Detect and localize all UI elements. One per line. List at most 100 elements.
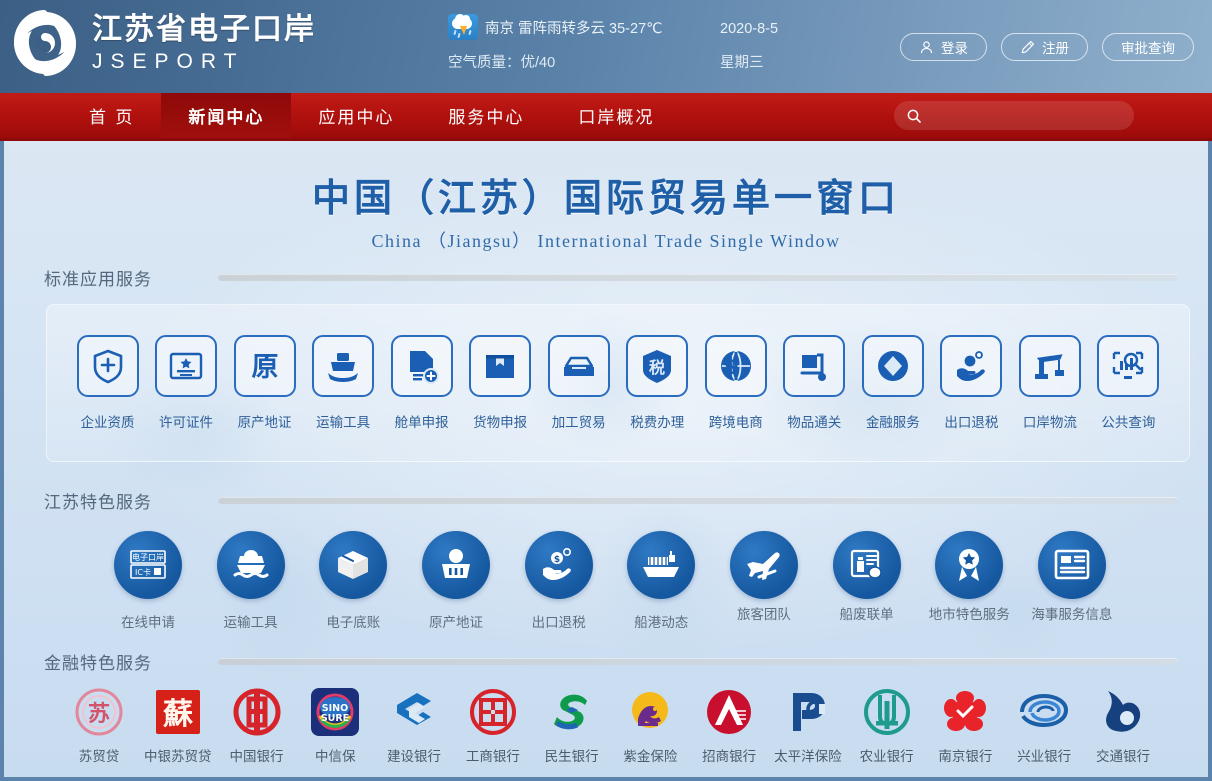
bank-item-minshengyinhang[interactable]: 民生银行 bbox=[533, 686, 611, 765]
svg-text:$: $ bbox=[723, 355, 738, 380]
bank-label: 兴业银行 bbox=[1017, 749, 1072, 765]
search-input[interactable] bbox=[929, 108, 1122, 123]
bank-item-xingyeyinhang[interactable]: 兴业银行 bbox=[1005, 686, 1083, 765]
jiangsu-services-row: 电子口岸 IC卡 在线申请 运输工具 电子底账 原产地证 $ 出口退税 船港动态… bbox=[100, 531, 1120, 631]
page-root: 江苏省电子口岸 JSEPORT 南京 雷阵雨转多云 35-27℃ 空气质量：优/… bbox=[0, 0, 1212, 781]
app-item-jiagongmaoyi[interactable]: 加工贸易 bbox=[540, 335, 617, 431]
site-logo[interactable]: 江苏省电子口岸 JSEPORT bbox=[0, 0, 316, 80]
section-rule bbox=[218, 658, 1178, 665]
weather-summary: 南京 雷阵雨转多云 35-27℃ bbox=[485, 20, 663, 37]
bank-label: 中信保 bbox=[315, 749, 356, 765]
app-label: 跨境电商 bbox=[708, 415, 763, 431]
approval-query-button-label: 审批查询 bbox=[1121, 41, 1175, 56]
search-box[interactable] bbox=[894, 101, 1134, 130]
login-button[interactable]: 登录 bbox=[900, 33, 987, 61]
app-item-jinrongfuwu[interactable]: 金融服务 bbox=[854, 335, 931, 431]
app-label: 许可证件 bbox=[159, 415, 214, 431]
main-content: 中国（江苏）国际贸易单一窗口 China （Jiangsu） Internati… bbox=[0, 141, 1212, 781]
bank-item-zijinbaoxian[interactable]: 紫金保险 bbox=[611, 686, 689, 765]
nav-item-port-overview[interactable]: 口岸概况 bbox=[551, 93, 681, 138]
bank-item-nongyeyinhang[interactable]: 农业银行 bbox=[848, 686, 926, 765]
thunderstorm-icon bbox=[448, 14, 478, 40]
app-item-candanshenbao[interactable]: 舱单申报 bbox=[383, 335, 460, 431]
app-item-huowushenbao[interactable]: 货物申报 bbox=[462, 335, 539, 431]
logo-title-en: JSEPORT bbox=[92, 49, 245, 73]
jiangsu-item-label: 运输工具 bbox=[223, 615, 278, 631]
section-label-standard: 标准应用服务 bbox=[44, 270, 152, 290]
bank-item-zhongxinbao[interactable]: SINO SURE 中信保 bbox=[296, 686, 374, 765]
zijin-logo bbox=[624, 686, 676, 738]
jiangsu-item-haishifuwuxinxi[interactable]: 海事服务信息 bbox=[1024, 531, 1120, 623]
app-item-shuifeibanli[interactable]: 税 税费办理 bbox=[619, 335, 696, 431]
svg-text:苏: 苏 bbox=[88, 701, 110, 727]
nav-item-apps[interactable]: 应用中心 bbox=[291, 93, 421, 138]
coin-diamond-icon bbox=[861, 335, 924, 397]
shield-plus-icon bbox=[76, 335, 139, 397]
app-label: 原产地证 bbox=[237, 415, 292, 431]
jiangsu-item-lvketuandui[interactable]: 旅客团队 bbox=[716, 531, 812, 623]
nav-item-news[interactable]: 新闻中心 bbox=[161, 93, 292, 138]
approval-query-button[interactable]: 审批查询 bbox=[1102, 33, 1194, 61]
jiangsu-item-chuangangdongtai[interactable]: 船港动态 bbox=[613, 531, 709, 631]
bank-label: 农业银行 bbox=[859, 749, 914, 765]
app-label: 运输工具 bbox=[316, 415, 371, 431]
jiangsu-item-dianzidizhang[interactable]: 电子底账 bbox=[305, 531, 401, 631]
news-card-icon bbox=[1037, 531, 1106, 599]
jiangsu-item-yunshugongju[interactable]: 运输工具 bbox=[203, 531, 299, 631]
bank-item-taipingyangbaoxian[interactable]: 太平洋保险 bbox=[769, 686, 847, 765]
app-item-koanwuliu[interactable]: 口岸物流 bbox=[1011, 335, 1088, 431]
site-header: 江苏省电子口岸 JSEPORT 南京 雷阵雨转多云 35-27℃ 空气质量：优/… bbox=[0, 0, 1212, 93]
svg-text:原: 原 bbox=[251, 352, 278, 383]
app-label: 金融服务 bbox=[865, 415, 920, 431]
app-item-xukezhengjian[interactable]: 许可证件 bbox=[148, 335, 225, 431]
icbc-logo bbox=[467, 686, 519, 738]
nav-item-home[interactable]: 首 页 bbox=[62, 93, 161, 138]
app-item-qiyezizhi[interactable]: 企业资质 bbox=[69, 335, 146, 431]
bank-item-zhongguoyinhang[interactable]: 中国银行 bbox=[218, 686, 296, 765]
jiangsu-item-label: 船港动态 bbox=[634, 615, 689, 631]
app-item-chukoutuishui[interactable]: 出口退税 bbox=[933, 335, 1010, 431]
register-button[interactable]: 注册 bbox=[1001, 33, 1088, 61]
bank-item-sumaodai[interactable]: 苏 苏贸贷 bbox=[60, 686, 138, 765]
app-label: 税费办理 bbox=[630, 415, 685, 431]
jiangsu-item-chukoutuishui[interactable]: $ 出口退税 bbox=[511, 531, 607, 631]
jiangsu-item-yuanchandizheng[interactable]: 原产地证 bbox=[408, 531, 504, 631]
jiangsu-item-chuanfeilian[interactable]: 船废联单 bbox=[819, 531, 915, 623]
abc-logo bbox=[861, 686, 913, 738]
register-button-label: 注册 bbox=[1042, 41, 1069, 56]
bank-item-jiansheyinhang[interactable]: 建设银行 bbox=[375, 686, 453, 765]
bocom-logo bbox=[1097, 686, 1149, 738]
nav-item-apps-label: 应用中心 bbox=[318, 108, 395, 128]
tax-character-icon: 税 bbox=[626, 335, 689, 397]
app-item-gonggongchaxun[interactable]: 公共查询 bbox=[1090, 335, 1167, 431]
bank-item-gongshangyinhang[interactable]: 工商银行 bbox=[454, 686, 532, 765]
section-label-jiangsu: 江苏特色服务 bbox=[44, 493, 152, 513]
svg-text:$: $ bbox=[553, 555, 559, 565]
bank-item-jiaotongyinhang[interactable]: 交通银行 bbox=[1084, 686, 1162, 765]
bank-label: 苏贸贷 bbox=[78, 749, 120, 765]
app-item-kuajingdianshang[interactable]: $ 跨境电商 bbox=[697, 335, 774, 431]
bank-item-nanjingyinhang[interactable]: 南京银行 bbox=[926, 686, 1004, 765]
app-item-wupintongguan[interactable]: 物品通关 bbox=[776, 335, 853, 431]
bank-label: 紫金保险 bbox=[623, 749, 678, 765]
app-item-yuanchandizheng[interactable]: 原 原产地证 bbox=[226, 335, 303, 431]
section-label-financial: 金融特色服务 bbox=[44, 654, 152, 674]
jiangsu-item-zaixianshenqing[interactable]: 电子口岸 IC卡 在线申请 bbox=[100, 531, 196, 631]
bank-item-zhaoshangyinhang[interactable]: 招商银行 bbox=[690, 686, 768, 765]
jiangsu-item-label: 电子底账 bbox=[326, 615, 381, 631]
box-icon bbox=[319, 531, 388, 599]
section-rule bbox=[218, 497, 1178, 504]
nav-item-services-label: 服务中心 bbox=[448, 108, 525, 128]
bank-label: 招商银行 bbox=[702, 749, 757, 765]
jiangsu-item-dishitesefuwu[interactable]: 地市特色服务 bbox=[921, 531, 1017, 623]
header-actions: 登录 注册 审批查询 bbox=[900, 33, 1194, 61]
nav-item-services[interactable]: 服务中心 bbox=[421, 93, 551, 138]
medal-star-icon bbox=[935, 531, 1004, 599]
app-item-yunshugongju[interactable]: 运输工具 bbox=[305, 335, 382, 431]
jiangsu-item-label: 在线申请 bbox=[121, 615, 175, 631]
crane-icon bbox=[1018, 335, 1081, 397]
bank-item-zhongyinsumaodai[interactable]: 蘇 中银苏贸贷 bbox=[139, 686, 217, 765]
bank-label: 民生银行 bbox=[544, 749, 599, 765]
page-title: 中国（江苏）国际贸易单一窗口 China （Jiangsu） Internati… bbox=[4, 141, 1208, 253]
nav-item-news-label: 新闻中心 bbox=[188, 108, 265, 128]
